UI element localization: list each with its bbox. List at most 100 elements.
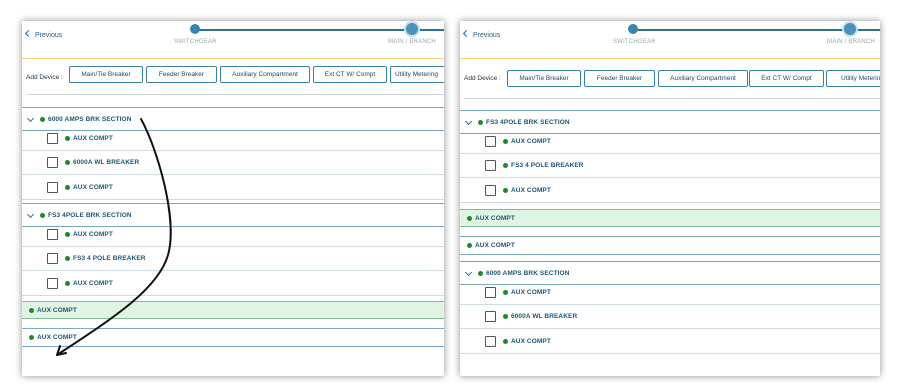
status-dot-icon [65,232,70,237]
checkbox-icon[interactable] [485,185,496,196]
section-title: 6000 AMPS BRK SECTION [486,270,570,277]
checkbox-icon[interactable] [485,311,496,322]
step-dot-switchgear[interactable] [190,24,200,34]
add-auxiliary-compartment-button[interactable]: Auxiliary Compartment [658,70,748,87]
item-label: AUX COMPT [475,242,515,249]
previous-label: Previous [473,32,501,39]
status-dot-icon [467,243,472,248]
status-dot-icon [478,271,483,276]
chevron-left-icon [462,29,471,38]
chevron-left-icon [24,29,33,38]
status-dot-icon [65,281,70,286]
checkbox-icon[interactable] [485,287,496,298]
toolbar-divider [464,98,880,99]
item-label: AUX COMPT [73,231,113,238]
checkbox-icon[interactable] [485,160,496,171]
add-feeder-breaker-button[interactable]: Feeder Breaker [146,66,217,83]
status-dot-icon [503,188,508,193]
section-title: FS3 4POLE BRK SECTION [48,212,132,219]
list-item[interactable]: AUX COMPT [22,127,444,151]
list-item[interactable]: 6000A WL BREAKER [460,305,880,329]
aux-compt-row[interactable]: AUX COMPT [460,236,880,255]
status-dot-icon [503,339,508,344]
list-item[interactable]: AUX COMPT [460,281,880,305]
item-label: AUX COMPT [37,334,77,341]
item-label: AUX COMPT [511,289,551,296]
item-label: AUX COMPT [37,307,77,314]
stepper-divider [22,58,444,59]
checkbox-icon[interactable] [485,136,496,147]
status-dot-icon [29,335,34,340]
list-item[interactable]: AUX COMPT [22,223,444,247]
previous-label: Previous [35,32,63,39]
add-auxiliary-compartment-button[interactable]: Auxiliary Compartment [220,66,310,83]
checkbox-icon[interactable] [47,133,58,144]
chevron-down-icon[interactable] [26,210,35,219]
list-item[interactable]: AUX COMPT [22,272,444,296]
chevron-down-icon[interactable] [464,268,473,277]
list-item[interactable]: FS3 4 POLE BREAKER [460,154,880,178]
add-ext-ct-button[interactable]: Ext CT W/ Compt [749,70,824,87]
status-dot-icon [65,256,70,261]
checkbox-icon[interactable] [47,229,58,240]
checkbox-icon[interactable] [47,253,58,264]
status-dot-icon [503,290,508,295]
list-item[interactable]: 6000A WL BREAKER [22,151,444,175]
item-label: AUX COMPT [511,138,551,145]
list-item[interactable]: FS3 4 POLE BREAKER [22,247,444,271]
checkbox-icon[interactable] [47,157,58,168]
step-dot-switchgear[interactable] [628,24,638,34]
add-main-tie-breaker-button[interactable]: Main/Tie Breaker [507,70,581,87]
item-label: AUX COMPT [475,215,515,222]
section-title: FS3 4POLE BRK SECTION [486,119,570,126]
item-label: 6000A WL BREAKER [511,313,578,320]
item-label: FS3 4 POLE BREAKER [511,162,584,169]
aux-compt-row-highlighted[interactable]: AUX COMPT [460,209,880,227]
toolbar-divider [26,94,444,95]
status-dot-icon [503,314,508,319]
checkbox-icon[interactable] [485,336,496,347]
status-dot-icon [65,160,70,165]
status-dot-icon [503,163,508,168]
item-label: AUX COMPT [73,135,113,142]
add-device-label: Add Device : [464,75,501,82]
add-utility-metering-button[interactable]: Utility Metering [826,70,880,87]
add-feeder-breaker-button[interactable]: Feeder Breaker [584,70,655,87]
right-panel: Previous SWITCHGEAR MAIN / BRANCH Add De… [460,21,880,376]
left-panel: Previous SWITCHGEAR MAIN / BRANCH Add De… [22,21,444,376]
status-dot-icon [40,213,45,218]
aux-compt-row[interactable]: AUX COMPT [22,328,444,347]
list-item[interactable]: AUX COMPT [460,130,880,154]
list-item[interactable]: AUX COMPT [460,179,880,203]
previous-link[interactable]: Previous [462,29,501,39]
previous-link[interactable]: Previous [24,29,63,39]
step-label-switchgear: SWITCHGEAR [613,39,656,45]
add-utility-metering-button[interactable]: Utility Metering [390,66,444,83]
item-label: AUX COMPT [511,187,551,194]
item-label: AUX COMPT [511,338,551,345]
aux-compt-row-highlighted[interactable]: AUX COMPT [22,301,444,319]
step-dot-main-branch[interactable] [406,23,418,35]
status-dot-icon [65,185,70,190]
checkbox-icon[interactable] [47,278,58,289]
list-item[interactable]: AUX COMPT [22,176,444,200]
status-dot-icon [478,120,483,125]
add-ext-ct-button[interactable]: Ext CT W/ Compt [313,66,387,83]
list-item[interactable]: AUX COMPT [460,330,880,354]
chevron-down-icon[interactable] [464,117,473,126]
step-label-main-branch: MAIN / BRANCH [827,39,875,45]
chevron-down-icon[interactable] [26,114,35,123]
stepper-divider [460,58,880,59]
item-label: AUX COMPT [73,184,113,191]
item-label: 6000A WL BREAKER [73,159,140,166]
step-label-main-branch: MAIN / BRANCH [388,39,436,45]
step-dot-main-branch[interactable] [844,23,856,35]
add-main-tie-breaker-button[interactable]: Main/Tie Breaker [69,66,143,83]
status-dot-icon [29,308,34,313]
checkbox-icon[interactable] [47,182,58,193]
item-label: AUX COMPT [73,280,113,287]
status-dot-icon [467,216,472,221]
status-dot-icon [40,117,45,122]
status-dot-icon [65,136,70,141]
item-label: FS3 4 POLE BREAKER [73,255,146,262]
